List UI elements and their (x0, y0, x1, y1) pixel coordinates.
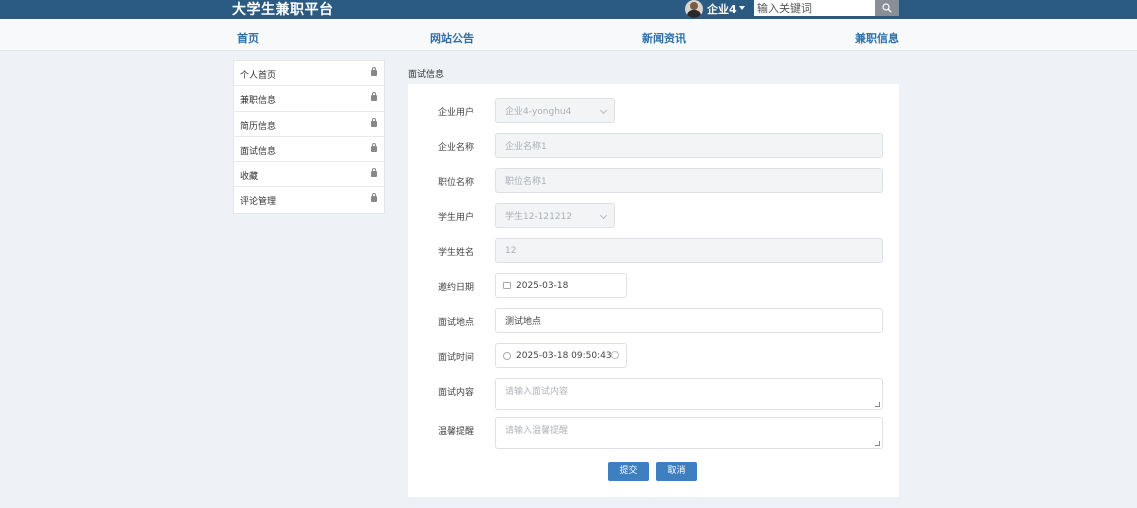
position-field[interactable]: 职位名称1 (495, 168, 883, 193)
username[interactable]: 企业4 (707, 1, 737, 17)
company-user-select[interactable]: 企业4-yonghu4 (495, 98, 615, 123)
clock-icon (503, 351, 511, 360)
company-name-label: 企业名称 (438, 143, 475, 153)
sidebar-item-label: 收藏 (240, 172, 259, 183)
time-picker[interactable]: 2025-03-18 09:50:43 (495, 343, 627, 368)
sidebar-item-label: 面试信息 (240, 146, 277, 157)
sidebar-item-jobs[interactable]: 兼职信息 (234, 86, 384, 112)
sidebar-item-resumes[interactable]: 简历信息 (234, 112, 384, 137)
lock-icon (371, 168, 377, 178)
submit-button[interactable]: 提交 (608, 462, 649, 481)
lock-icon (371, 117, 377, 127)
lock-icon (371, 142, 377, 152)
nav-news[interactable]: 新闻资讯 (642, 30, 686, 46)
lock-icon (371, 193, 377, 203)
student-name-field[interactable]: 12 (495, 238, 883, 263)
company-name-field[interactable]: 企业名称1 (495, 133, 883, 158)
nav-home[interactable]: 首页 (237, 30, 259, 46)
invite-date-value: 2025-03-18 (516, 280, 569, 291)
avatar[interactable] (685, 0, 703, 18)
search-button[interactable] (875, 0, 899, 16)
page-title: 面试信息 (408, 70, 445, 80)
search-icon (882, 3, 892, 13)
user-menu-caret-icon[interactable] (739, 6, 745, 10)
student-name-label: 学生姓名 (438, 248, 475, 258)
location-label: 面试地点 (438, 318, 475, 328)
sidebar-item-label: 简历信息 (240, 121, 277, 132)
cancel-button[interactable]: 取消 (656, 462, 697, 481)
student-user-label: 学生用户 (438, 213, 475, 223)
reminder-label: 温馨提醒 (438, 427, 475, 437)
sidebar-item-comments[interactable]: 评论管理 (234, 187, 384, 212)
invite-date-picker[interactable]: 2025-03-18 (495, 273, 627, 298)
main-nav: 首页 网站公告 新闻资讯 兼职信息 (0, 19, 1137, 51)
lock-icon (371, 92, 377, 102)
nav-announcements[interactable]: 网站公告 (430, 30, 474, 46)
sidebar-item-label: 个人首页 (240, 71, 277, 81)
sidebar-item-favorites[interactable]: 收藏 (234, 162, 384, 188)
lock-icon (371, 67, 377, 76)
student-user-select[interactable]: 学生12-121212 (495, 203, 615, 228)
sidebar-item-label: 评论管理 (240, 197, 277, 208)
content-placeholder: 请输入面试内容 (505, 387, 569, 397)
calendar-icon (503, 282, 511, 289)
location-field[interactable]: 测试地点 (495, 308, 883, 333)
company-user-value: 企业4-yonghu4 (505, 107, 572, 117)
content-textarea[interactable]: 请输入面试内容 (495, 378, 883, 410)
chevron-down-icon (599, 211, 608, 220)
position-value: 职位名称1 (505, 177, 547, 187)
search-input[interactable] (754, 0, 875, 16)
chevron-down-icon (599, 106, 608, 115)
sidebar: 个人首页 兼职信息 简历信息 面试信息 收藏 评论管理 (233, 60, 385, 214)
resize-handle-icon[interactable] (875, 402, 880, 407)
time-value: 2025-03-18 09:50:43 (516, 350, 612, 361)
site-brand[interactable]: 大学生兼职平台 (232, 0, 334, 19)
clear-icon[interactable] (611, 351, 619, 359)
time-label: 面试时间 (438, 353, 475, 363)
resize-handle-icon[interactable] (875, 441, 880, 446)
sidebar-item-profile[interactable]: 个人首页 (234, 61, 384, 87)
student-user-value: 学生12-121212 (505, 212, 573, 222)
location-value: 测试地点 (505, 317, 542, 327)
student-name-value: 12 (505, 245, 517, 256)
nav-jobs[interactable]: 兼职信息 (855, 30, 899, 46)
content-label: 面试内容 (438, 388, 475, 398)
company-user-label: 企业用户 (438, 108, 475, 118)
top-bar: 大学生兼职平台 企业4 (0, 0, 1137, 19)
reminder-textarea[interactable]: 请输入温馨提醒 (495, 417, 883, 449)
position-label: 职位名称 (438, 178, 475, 188)
company-name-value: 企业名称1 (505, 142, 547, 152)
invite-date-label: 邀约日期 (438, 283, 475, 293)
sidebar-item-interviews[interactable]: 面试信息 (234, 137, 384, 163)
reminder-placeholder: 请输入温馨提醒 (505, 426, 569, 436)
sidebar-item-label: 兼职信息 (240, 96, 277, 107)
